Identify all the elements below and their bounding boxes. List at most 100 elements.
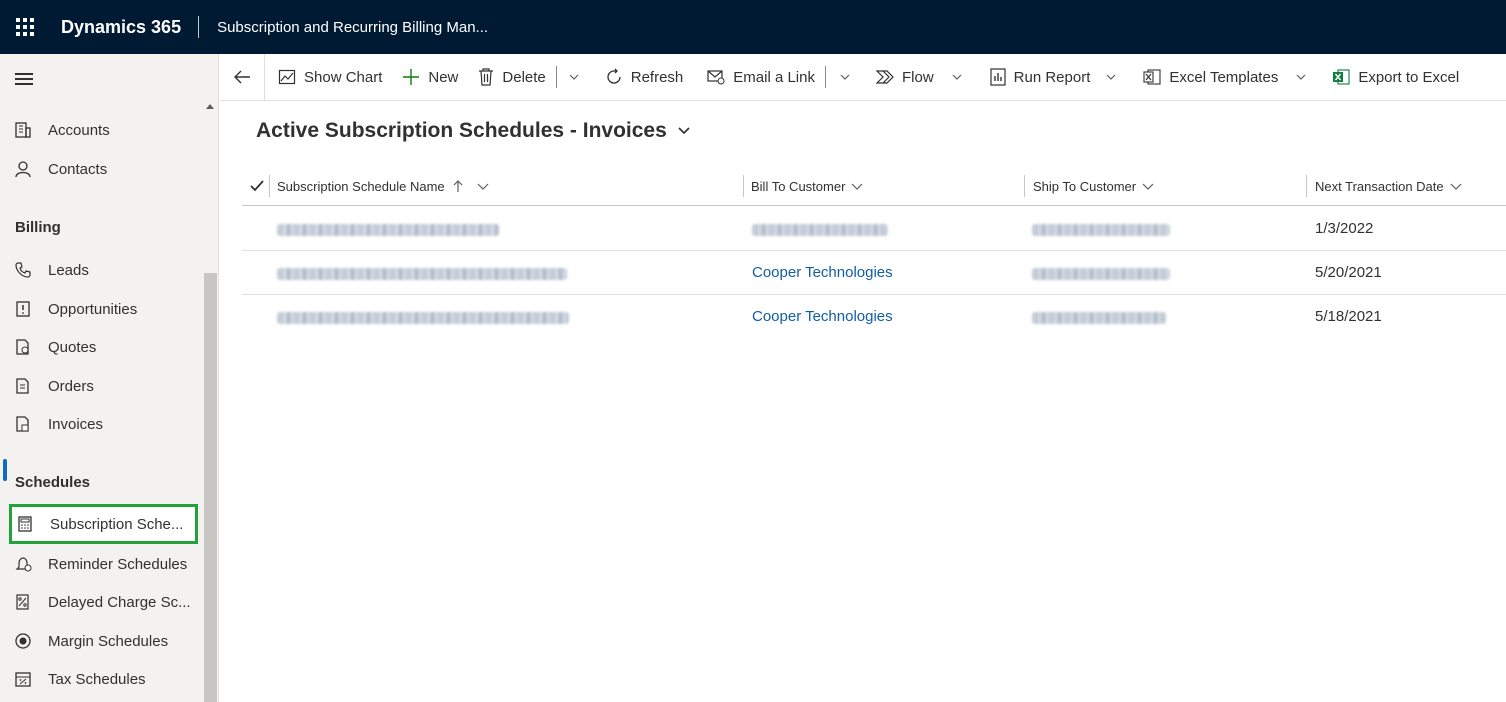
sidebar-item-label: Tax Schedules <box>48 670 146 688</box>
email-link-button[interactable]: Email a Link <box>693 54 825 101</box>
ship-to-cell-redacted[interactable] <box>1032 311 1166 328</box>
chevron-down-icon <box>678 127 690 135</box>
excel-icon <box>1332 68 1350 86</box>
excel-templates-label: Excel Templates <box>1169 68 1279 86</box>
chevron-down-icon <box>1106 74 1116 80</box>
show-chart-button[interactable]: Show Chart <box>265 54 392 101</box>
email-link-icon <box>707 69 725 85</box>
bill-to-link[interactable]: Cooper Technologies <box>752 264 893 281</box>
delete-label: Delete <box>502 68 546 86</box>
sidebar-item-orders[interactable]: Orders <box>10 368 198 404</box>
column-header-bill-to[interactable]: Bill To Customer <box>751 166 863 206</box>
tax-calendar-icon <box>10 670 38 688</box>
hamburger-icon[interactable] <box>15 73 33 88</box>
back-arrow-icon <box>234 70 250 84</box>
schedule-name-cell-redacted[interactable] <box>277 223 499 240</box>
ship-to-cell-redacted[interactable] <box>1032 267 1170 284</box>
chevron-down-icon <box>1296 74 1306 80</box>
refresh-button[interactable]: Refresh <box>591 54 694 101</box>
column-separator <box>1306 175 1307 197</box>
report-icon <box>990 68 1006 86</box>
sidebar-item-label: Opportunities <box>48 300 138 318</box>
excel-templates-button[interactable]: Excel Templates <box>1126 54 1316 101</box>
next-date-cell: 5/20/2021 <box>1315 264 1382 281</box>
chevron-down-icon <box>1142 183 1154 190</box>
column-separator <box>269 175 270 197</box>
sidebar-item-label: Accounts <box>48 121 110 139</box>
chevron-down-icon <box>952 74 962 80</box>
run-report-button[interactable]: Run Report <box>972 54 1127 101</box>
sort-ascending-icon <box>453 180 463 192</box>
delayed-charge-icon <box>10 593 38 611</box>
refresh-label: Refresh <box>630 68 684 86</box>
section-title-schedules: Schedules <box>15 474 91 491</box>
sidebar-item-label: Leads <box>48 261 89 279</box>
column-header-name[interactable]: Subscription Schedule Name <box>277 166 489 206</box>
sidebar-item-subscription-schedules[interactable]: Subscription Sche... <box>9 504 198 544</box>
sidebar-item-accounts[interactable]: Accounts <box>10 112 198 148</box>
run-report-label: Run Report <box>1013 68 1091 86</box>
sidebar-item-label: Subscription Sche... <box>50 515 184 533</box>
brand-title[interactable]: Dynamics 365 <box>50 16 200 38</box>
flow-label: Flow <box>901 68 934 86</box>
opportunity-icon <box>10 300 38 318</box>
schedule-name-cell-redacted[interactable] <box>277 267 567 284</box>
chevron-down-icon <box>569 74 579 80</box>
grid-header: Subscription Schedule Name Bill To Custo… <box>242 166 1506 206</box>
row-divider <box>242 294 1506 295</box>
column-header-next-date[interactable]: Next Transaction Date <box>1315 166 1462 206</box>
app-launcher-button[interactable] <box>0 0 50 54</box>
new-label: New <box>428 68 459 86</box>
row-divider <box>242 250 1506 251</box>
column-header-label: Next Transaction Date <box>1315 178 1444 194</box>
schedule-name-cell-redacted[interactable] <box>277 311 569 328</box>
export-excel-label: Export to Excel <box>1358 68 1460 86</box>
scroll-up-arrow-icon[interactable] <box>206 104 214 109</box>
view-selector[interactable]: Active Subscription Schedules - Invoices <box>256 119 691 143</box>
sidebar-item-tax-schedules[interactable]: Tax Schedules <box>10 661 198 697</box>
reminder-icon <box>10 555 38 573</box>
excel-template-icon <box>1143 69 1161 85</box>
column-separator <box>1024 175 1025 197</box>
sidebar-item-label: Margin Schedules <box>48 632 169 650</box>
sidebar-item-margin-schedules[interactable]: Margin Schedules <box>10 623 198 659</box>
sidebar-item-label: Invoices <box>48 415 104 433</box>
column-header-ship-to[interactable]: Ship To Customer <box>1033 166 1154 206</box>
export-excel-button[interactable]: Export to Excel <box>1316 54 1469 101</box>
more-delete-options-button[interactable] <box>557 54 591 101</box>
bill-to-link[interactable]: Cooper Technologies <box>752 308 893 325</box>
phone-icon <box>10 261 38 279</box>
back-button[interactable] <box>220 53 265 101</box>
margin-icon <box>10 632 38 650</box>
column-header-label: Bill To Customer <box>751 178 846 194</box>
show-chart-label: Show Chart <box>304 68 383 86</box>
bill-to-cell-redacted[interactable] <box>752 223 888 240</box>
chevron-down-icon <box>1450 183 1462 190</box>
sidebar-item-invoices[interactable]: Invoices <box>10 406 198 442</box>
new-button[interactable]: New <box>392 54 468 101</box>
sidebar-item-delayed-charge-schedules[interactable]: Delayed Charge Sc... <box>10 584 198 620</box>
sidebar-item-opportunities[interactable]: Opportunities <box>10 291 198 327</box>
sidebar-item-label: Contacts <box>48 160 108 178</box>
quote-icon <box>10 338 38 356</box>
ship-to-cell-redacted[interactable] <box>1032 223 1170 240</box>
app-name[interactable]: Subscription and Recurring Billing Man..… <box>199 19 488 36</box>
column-separator <box>743 175 744 197</box>
flow-button[interactable]: Flow <box>864 54 972 101</box>
sidebar-item-label: Delayed Charge Sc... <box>48 593 191 611</box>
delete-button[interactable]: Delete <box>468 54 555 101</box>
sidebar-item-contacts[interactable]: Contacts <box>10 151 198 187</box>
checkmark-icon <box>250 180 264 192</box>
sidebar-item-quotes[interactable]: Quotes <box>10 329 198 365</box>
sidebar-item-reminder-schedules[interactable]: Reminder Schedules <box>10 546 198 582</box>
sidebar-item-leads[interactable]: Leads <box>10 252 198 288</box>
chevron-down-icon <box>851 183 863 190</box>
sidebar-scroll-thumb[interactable] <box>204 273 217 702</box>
sidebar-item-label: Quotes <box>48 338 97 356</box>
refresh-icon <box>605 68 623 86</box>
section-title-billing: Billing <box>15 219 61 236</box>
select-all-checkbox[interactable] <box>250 166 264 206</box>
top-bar: Dynamics 365 Subscription and Recurring … <box>0 0 1506 54</box>
more-email-options-button[interactable] <box>826 54 864 101</box>
column-header-label: Ship To Customer <box>1033 178 1137 194</box>
